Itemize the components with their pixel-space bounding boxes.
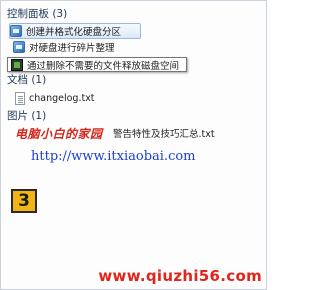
result-item-label: 通过删除不需要的文件释放磁盘空间 — [27, 60, 180, 72]
result-item-label: 警告特性及技巧汇总.txt — [113, 129, 215, 140]
group-header-pictures: 图片 (1) — [7, 110, 47, 122]
disk-cleanup-icon — [11, 58, 23, 71]
result-item-create-partition[interactable]: 创建并格式化硬盘分区 — [9, 23, 141, 39]
step-number-badge: 3 — [11, 189, 37, 213]
result-item-tips-summary[interactable]: 警告特性及技巧汇总.txt — [113, 125, 215, 141]
search-results-panel: 控制面板 (3) 创建并格式化硬盘分区 对硬盘进行碎片整理 通过删除不需要的文件… — [0, 0, 267, 290]
site-url-overlay: http://www.itxiaobai.com — [31, 149, 196, 164]
group-header-documents: 文档 (1) — [7, 74, 47, 86]
result-item-label: 对硬盘进行碎片整理 — [29, 43, 115, 54]
result-item-disk-cleanup[interactable]: 通过删除不需要的文件释放磁盘空间 — [7, 57, 187, 72]
site-name-overlay: 电脑小白的家园 — [15, 127, 103, 141]
result-item-defragment[interactable]: 对硬盘进行碎片整理 — [13, 39, 115, 55]
watermark-text: www.qiuzhi56.com — [98, 267, 262, 285]
result-item-changelog[interactable]: changelog.txt — [15, 90, 95, 106]
group-header-control-panel: 控制面板 (3) — [7, 8, 68, 20]
result-item-label: 创建并格式化硬盘分区 — [26, 27, 122, 38]
control-panel-icon — [13, 41, 25, 53]
text-document-icon — [15, 91, 25, 105]
control-panel-icon — [10, 25, 22, 37]
result-item-label: changelog.txt — [29, 92, 95, 104]
